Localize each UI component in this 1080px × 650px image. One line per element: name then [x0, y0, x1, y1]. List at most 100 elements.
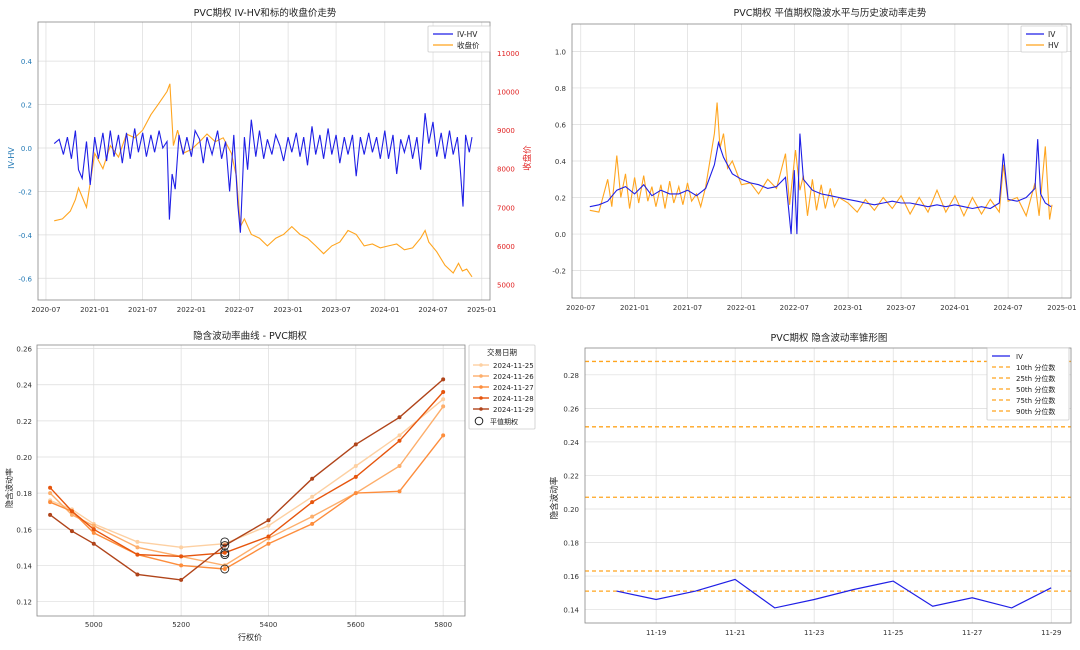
series-point: [353, 464, 358, 469]
x-tick-label: 2023-01: [273, 306, 302, 314]
y-tick-label: -0.2: [18, 188, 32, 196]
y-tick-label: 0.20: [563, 506, 579, 514]
series-point: [135, 539, 140, 544]
x-tick-label: 5800: [434, 621, 452, 629]
series-point: [179, 554, 184, 559]
legend-label-ivhv: IV-HV: [457, 30, 478, 39]
legend: IV 10th 分位数 25th 分位数 50th 分位数 75th 分位数 90th 分…: [986, 347, 1070, 421]
x-tick-label: 2022-07: [780, 304, 809, 312]
series-point: [266, 541, 271, 546]
x-tick-label: 11-29: [1041, 629, 1061, 637]
legend: 交易日期 2024-11-25 2024-11-26 2024-11-27 2024-…: [468, 344, 536, 430]
chart-panel-ivhv-level: PVC期权 平值期权隐波水平与历史波动率走势 2020-07 2021-01 202…: [540, 0, 1080, 323]
x-tick-label: 2024-01: [940, 304, 969, 312]
y-tick-label: -0.6: [18, 275, 32, 283]
y2-tick-label: 7000: [497, 204, 515, 212]
legend-label: IV: [1016, 353, 1023, 361]
y-tick-label: -0.4: [18, 232, 32, 240]
legend-label: 10th 分位数: [1016, 363, 1055, 372]
y2-axis-label: 收盘价: [522, 145, 533, 171]
series-line-2024-11-27: [49, 434, 444, 570]
series-line-iv: [616, 578, 1052, 609]
series-point: [69, 509, 74, 514]
series-point: [310, 514, 315, 519]
x-tick-label: 2023-07: [886, 304, 915, 312]
legend-swatch-dot: [479, 407, 483, 411]
x-tick-label: 2022-01: [177, 306, 206, 314]
x-tick-label: 2024-07: [418, 306, 447, 314]
y-tick-label: 0.24: [16, 382, 32, 390]
series-line-iv: [589, 133, 1052, 235]
x-tick-label: 5600: [347, 621, 365, 629]
x-tick-label: 2021-01: [620, 304, 649, 312]
series-point: [179, 563, 184, 568]
series-point: [353, 474, 358, 479]
x-tick-label: 2024-01: [370, 306, 399, 314]
y-axis-label: IV-HV: [7, 147, 16, 169]
y2-tick-label: 10000: [497, 89, 519, 97]
series-point: [266, 534, 271, 539]
series-point: [48, 491, 53, 496]
y-tick-label: 0.12: [16, 599, 32, 607]
chart-title: 隐含波动率曲线 - PVC期权: [193, 330, 307, 342]
legend-label: 90th 分位数: [1016, 407, 1055, 416]
series-line-close: [54, 83, 473, 278]
legend-label: 50th 分位数: [1016, 385, 1055, 394]
series-point: [91, 527, 96, 532]
chart-title: PVC期权 隐含波动率锥形图: [771, 332, 888, 344]
chart-title: PVC期权 IV-HV和标的收盘价走势: [194, 7, 337, 19]
chart-panel-ivhv: PVC期权 IV-HV和标的收盘价走势 2020-07 2021-01 2021-0…: [0, 0, 540, 323]
series-line-2024-11-29: [49, 378, 444, 581]
chart-panel-smile: 隐含波动率曲线 - PVC期权 5000 5200 5400 5600 5800 0.12…: [0, 323, 540, 646]
series-point: [397, 489, 402, 494]
series-point: [91, 541, 96, 546]
legend-label: 2024-11-27: [493, 384, 534, 392]
y-tick-label: 0.14: [16, 562, 32, 570]
x-tick-label: 5200: [172, 621, 190, 629]
series-point: [397, 438, 402, 443]
y2-tick-label: 6000: [497, 243, 515, 251]
x-tick-label: 2024-07: [993, 304, 1022, 312]
x-tick-label: 2021-07: [673, 304, 702, 312]
x-tick-label: 11-25: [883, 629, 903, 637]
x-tick-label: 2021-07: [128, 306, 157, 314]
y-tick-label: 0.0: [21, 145, 32, 153]
legend-label-iv: IV: [1048, 30, 1056, 39]
y-tick-label: 0.24: [563, 439, 579, 447]
y-axis-label: 隐含波动率: [549, 476, 560, 519]
series-line-iv-hv: [53, 113, 473, 233]
y-tick-label: 0.28: [563, 372, 579, 380]
y-tick-label: 0.8: [555, 85, 566, 93]
chart-iv-smile: 隐含波动率曲线 - PVC期权 5000 5200 5400 5600 5800 0.12…: [4, 330, 536, 642]
chart-ivhv: PVC期权 IV-HV和标的收盘价走势 2020-07 2021-01 2021-0…: [7, 7, 533, 314]
legend-label: 2024-11-29: [493, 406, 534, 414]
series-point: [69, 529, 74, 534]
x-tick-label: 2025-01: [1047, 304, 1076, 312]
y2-tick-label: 8000: [497, 166, 515, 174]
y-tick-label: 0.2: [21, 102, 32, 110]
series-point: [222, 567, 227, 572]
y-tick-label: 0.4: [21, 58, 33, 66]
series-point: [310, 476, 315, 481]
series-point: [135, 572, 140, 577]
x-tick-label: 2022-01: [727, 304, 756, 312]
y-tick-label: 0.18: [563, 540, 579, 548]
legend-swatch-dot: [479, 396, 483, 400]
series-point: [222, 550, 227, 555]
y-tick-label: 0.14: [563, 607, 579, 615]
series-point: [441, 397, 446, 402]
y-tick-label: -0.2: [552, 268, 566, 276]
legend-label: 75th 分位数: [1016, 396, 1055, 405]
y2-tick-label: 11000: [497, 50, 519, 58]
plot-frame: [36, 344, 466, 617]
y-tick-label: 0.16: [563, 573, 579, 581]
legend: IV-HV 收盘价: [427, 25, 491, 53]
y-tick-label: 0.26: [16, 346, 32, 354]
x-tick-label: 2023-07: [321, 306, 350, 314]
series-line-2024-11-26: [49, 405, 444, 567]
x-tick-label: 11-19: [646, 629, 666, 637]
x-axis-label: 行权价: [238, 632, 262, 642]
y2-tick-label: 5000: [497, 282, 515, 290]
x-tick-label: 2022-07: [225, 306, 254, 314]
x-tick-label: 2020-07: [566, 304, 595, 312]
